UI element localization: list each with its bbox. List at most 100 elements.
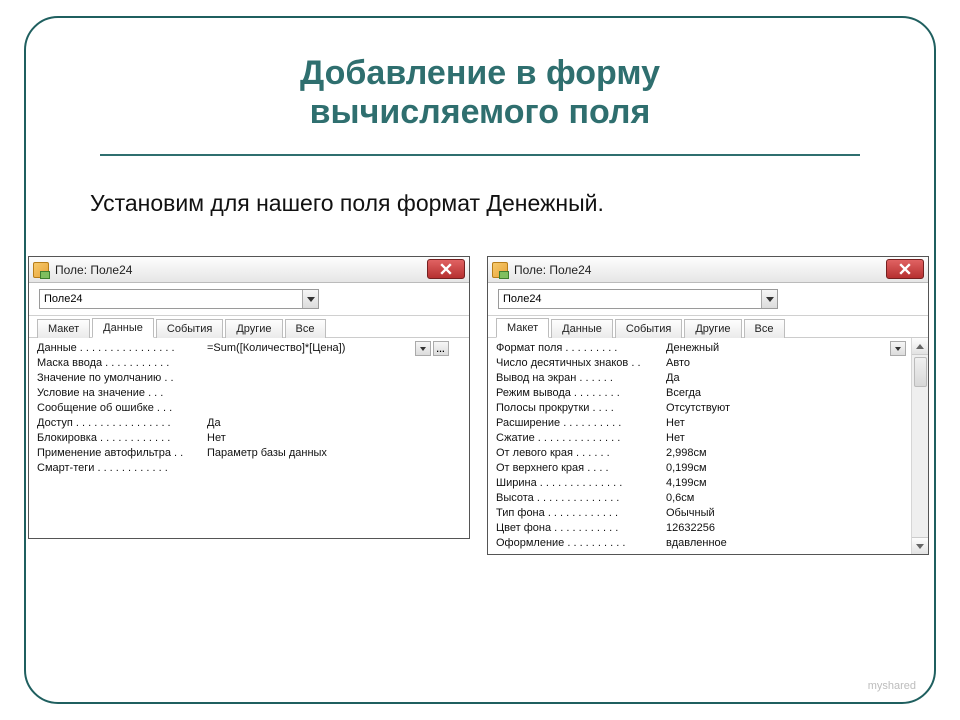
property-grid: … Данные . . . . . . . . . . . . . . . .… <box>29 338 469 538</box>
property-row[interactable]: Вывод на экран . . . . . . Да <box>496 371 924 386</box>
title-underline <box>100 154 860 156</box>
tab-другие[interactable]: Другие <box>684 319 741 338</box>
value-builder-button[interactable]: … <box>433 341 449 356</box>
property-value[interactable] <box>207 401 465 416</box>
property-value[interactable]: 0,6см <box>666 491 924 506</box>
object-selector[interactable]: Поле24 <box>498 289 778 309</box>
property-value[interactable]: Авто <box>666 356 924 371</box>
titlebar[interactable]: Поле: Поле24 <box>488 257 928 283</box>
property-row[interactable]: Сжатие . . . . . . . . . . . . . . Нет <box>496 431 924 446</box>
property-value[interactable] <box>207 461 465 476</box>
close-icon <box>440 263 452 275</box>
property-row[interactable]: Тип фона . . . . . . . . . . . . Обычный <box>496 506 924 521</box>
property-label: Значение по умолчанию . . <box>37 371 207 386</box>
tab-другие[interactable]: Другие <box>225 319 282 338</box>
scroll-down-button[interactable] <box>912 537 928 554</box>
property-value[interactable] <box>207 371 465 386</box>
property-value[interactable]: Параметр базы данных <box>207 446 465 461</box>
tab-bar: МакетДанныеСобытияДругиеВсе <box>29 316 469 338</box>
property-window-layout: Поле: Поле24 Поле24 МакетДанныеСобытияДр… <box>487 256 929 555</box>
property-row[interactable]: Данные . . . . . . . . . . . . . . . . =… <box>37 341 465 356</box>
property-value[interactable]: Нет <box>666 431 924 446</box>
property-value[interactable]: Всегда <box>666 386 924 401</box>
property-row[interactable]: Цвет фона . . . . . . . . . . . 12632256 <box>496 521 924 536</box>
property-value[interactable]: Обычный <box>666 506 924 521</box>
property-row[interactable]: Смарт-теги . . . . . . . . . . . . <box>37 461 465 476</box>
property-value[interactable]: Денежный <box>666 341 924 356</box>
property-row[interactable]: Полосы прокрутки . . . . Отсутствуют <box>496 401 924 416</box>
property-value[interactable] <box>207 356 465 371</box>
value-dropdown-button[interactable] <box>890 341 906 356</box>
window-icon <box>492 262 508 278</box>
tab-все[interactable]: Все <box>285 319 326 338</box>
property-value[interactable]: 12632256 <box>666 521 924 536</box>
property-value[interactable]: 0,199см <box>666 461 924 476</box>
property-row[interactable]: Маска ввода . . . . . . . . . . . <box>37 356 465 371</box>
property-label: Данные . . . . . . . . . . . . . . . . <box>37 341 207 356</box>
property-value[interactable]: 2,998см <box>666 446 924 461</box>
property-label: Вывод на экран . . . . . . <box>496 371 666 386</box>
value-editor-controls: … <box>415 341 449 356</box>
object-selector-row: Поле24 <box>488 283 928 316</box>
object-selector[interactable]: Поле24 <box>39 289 319 309</box>
title-line2: вычисляемого поля <box>110 93 850 132</box>
dropdown-button[interactable] <box>761 290 777 308</box>
property-row[interactable]: Число десятичных знаков . . Авто <box>496 356 924 371</box>
tab-события[interactable]: События <box>156 319 223 338</box>
property-row[interactable]: Значение по умолчанию . . <box>37 371 465 386</box>
property-label: Ширина . . . . . . . . . . . . . . <box>496 476 666 491</box>
property-label: Оформление . . . . . . . . . . <box>496 536 666 551</box>
property-label: Полосы прокрутки . . . . <box>496 401 666 416</box>
property-row[interactable]: Формат поля . . . . . . . . . Денежный <box>496 341 924 356</box>
dropdown-button[interactable] <box>302 290 318 308</box>
slide-title: Добавление в форму вычисляемого поля <box>110 54 850 132</box>
property-row[interactable]: Применение автофильтра . . Параметр базы… <box>37 446 465 461</box>
property-label: Тип фона . . . . . . . . . . . . <box>496 506 666 521</box>
vertical-scrollbar[interactable] <box>911 338 928 554</box>
tab-макет[interactable]: Макет <box>496 318 549 338</box>
property-row[interactable]: Условие на значение . . . <box>37 386 465 401</box>
close-button[interactable] <box>886 259 924 279</box>
property-row[interactable]: Сообщение об ошибке . . . <box>37 401 465 416</box>
property-value[interactable]: Нет <box>207 431 465 446</box>
object-selector-value: Поле24 <box>503 293 542 305</box>
property-row[interactable]: Высота . . . . . . . . . . . . . . 0,6см <box>496 491 924 506</box>
property-value[interactable]: Отсутствуют <box>666 401 924 416</box>
property-window-data: Поле: Поле24 Поле24 МакетДанныеСобытияДр… <box>28 256 470 539</box>
property-label: Формат поля . . . . . . . . . <box>496 341 666 356</box>
property-row[interactable]: Оформление . . . . . . . . . . вдавленно… <box>496 536 924 551</box>
property-row[interactable]: От левого края . . . . . . 2,998см <box>496 446 924 461</box>
property-row[interactable]: Режим вывода . . . . . . . . Всегда <box>496 386 924 401</box>
tab-события[interactable]: События <box>615 319 682 338</box>
property-value[interactable]: Да <box>207 416 465 431</box>
body-text: Установим для нашего поля формат Денежны… <box>90 190 604 217</box>
close-button[interactable] <box>427 259 465 279</box>
title-line1: Добавление в форму <box>110 54 850 93</box>
titlebar[interactable]: Поле: Поле24 <box>29 257 469 283</box>
property-value[interactable] <box>207 386 465 401</box>
tab-макет[interactable]: Макет <box>37 319 90 338</box>
watermark: myshared <box>868 680 916 692</box>
close-icon <box>899 263 911 275</box>
scroll-up-button[interactable] <box>912 338 928 355</box>
property-value[interactable]: вдавленное <box>666 536 924 551</box>
property-row[interactable]: Доступ . . . . . . . . . . . . . . . . Д… <box>37 416 465 431</box>
value-dropdown-button[interactable] <box>415 341 431 356</box>
property-row[interactable]: Ширина . . . . . . . . . . . . . . 4,199… <box>496 476 924 491</box>
tab-все[interactable]: Все <box>744 319 785 338</box>
property-row[interactable]: От верхнего края . . . . 0,199см <box>496 461 924 476</box>
scroll-thumb[interactable] <box>914 357 927 387</box>
property-label: Сжатие . . . . . . . . . . . . . . <box>496 431 666 446</box>
property-label: От верхнего края . . . . <box>496 461 666 476</box>
property-value[interactable]: Нет <box>666 416 924 431</box>
property-row[interactable]: Расширение . . . . . . . . . . Нет <box>496 416 924 431</box>
tab-данные[interactable]: Данные <box>92 318 154 338</box>
property-value[interactable]: Да <box>666 371 924 386</box>
property-label: Цвет фона . . . . . . . . . . . <box>496 521 666 536</box>
property-row[interactable]: Блокировка . . . . . . . . . . . . Нет <box>37 431 465 446</box>
property-label: Режим вывода . . . . . . . . <box>496 386 666 401</box>
property-label: Высота . . . . . . . . . . . . . . <box>496 491 666 506</box>
property-grid: Формат поля . . . . . . . . . ДенежныйЧи… <box>488 338 928 554</box>
tab-данные[interactable]: Данные <box>551 319 613 338</box>
property-value[interactable]: 4,199см <box>666 476 924 491</box>
